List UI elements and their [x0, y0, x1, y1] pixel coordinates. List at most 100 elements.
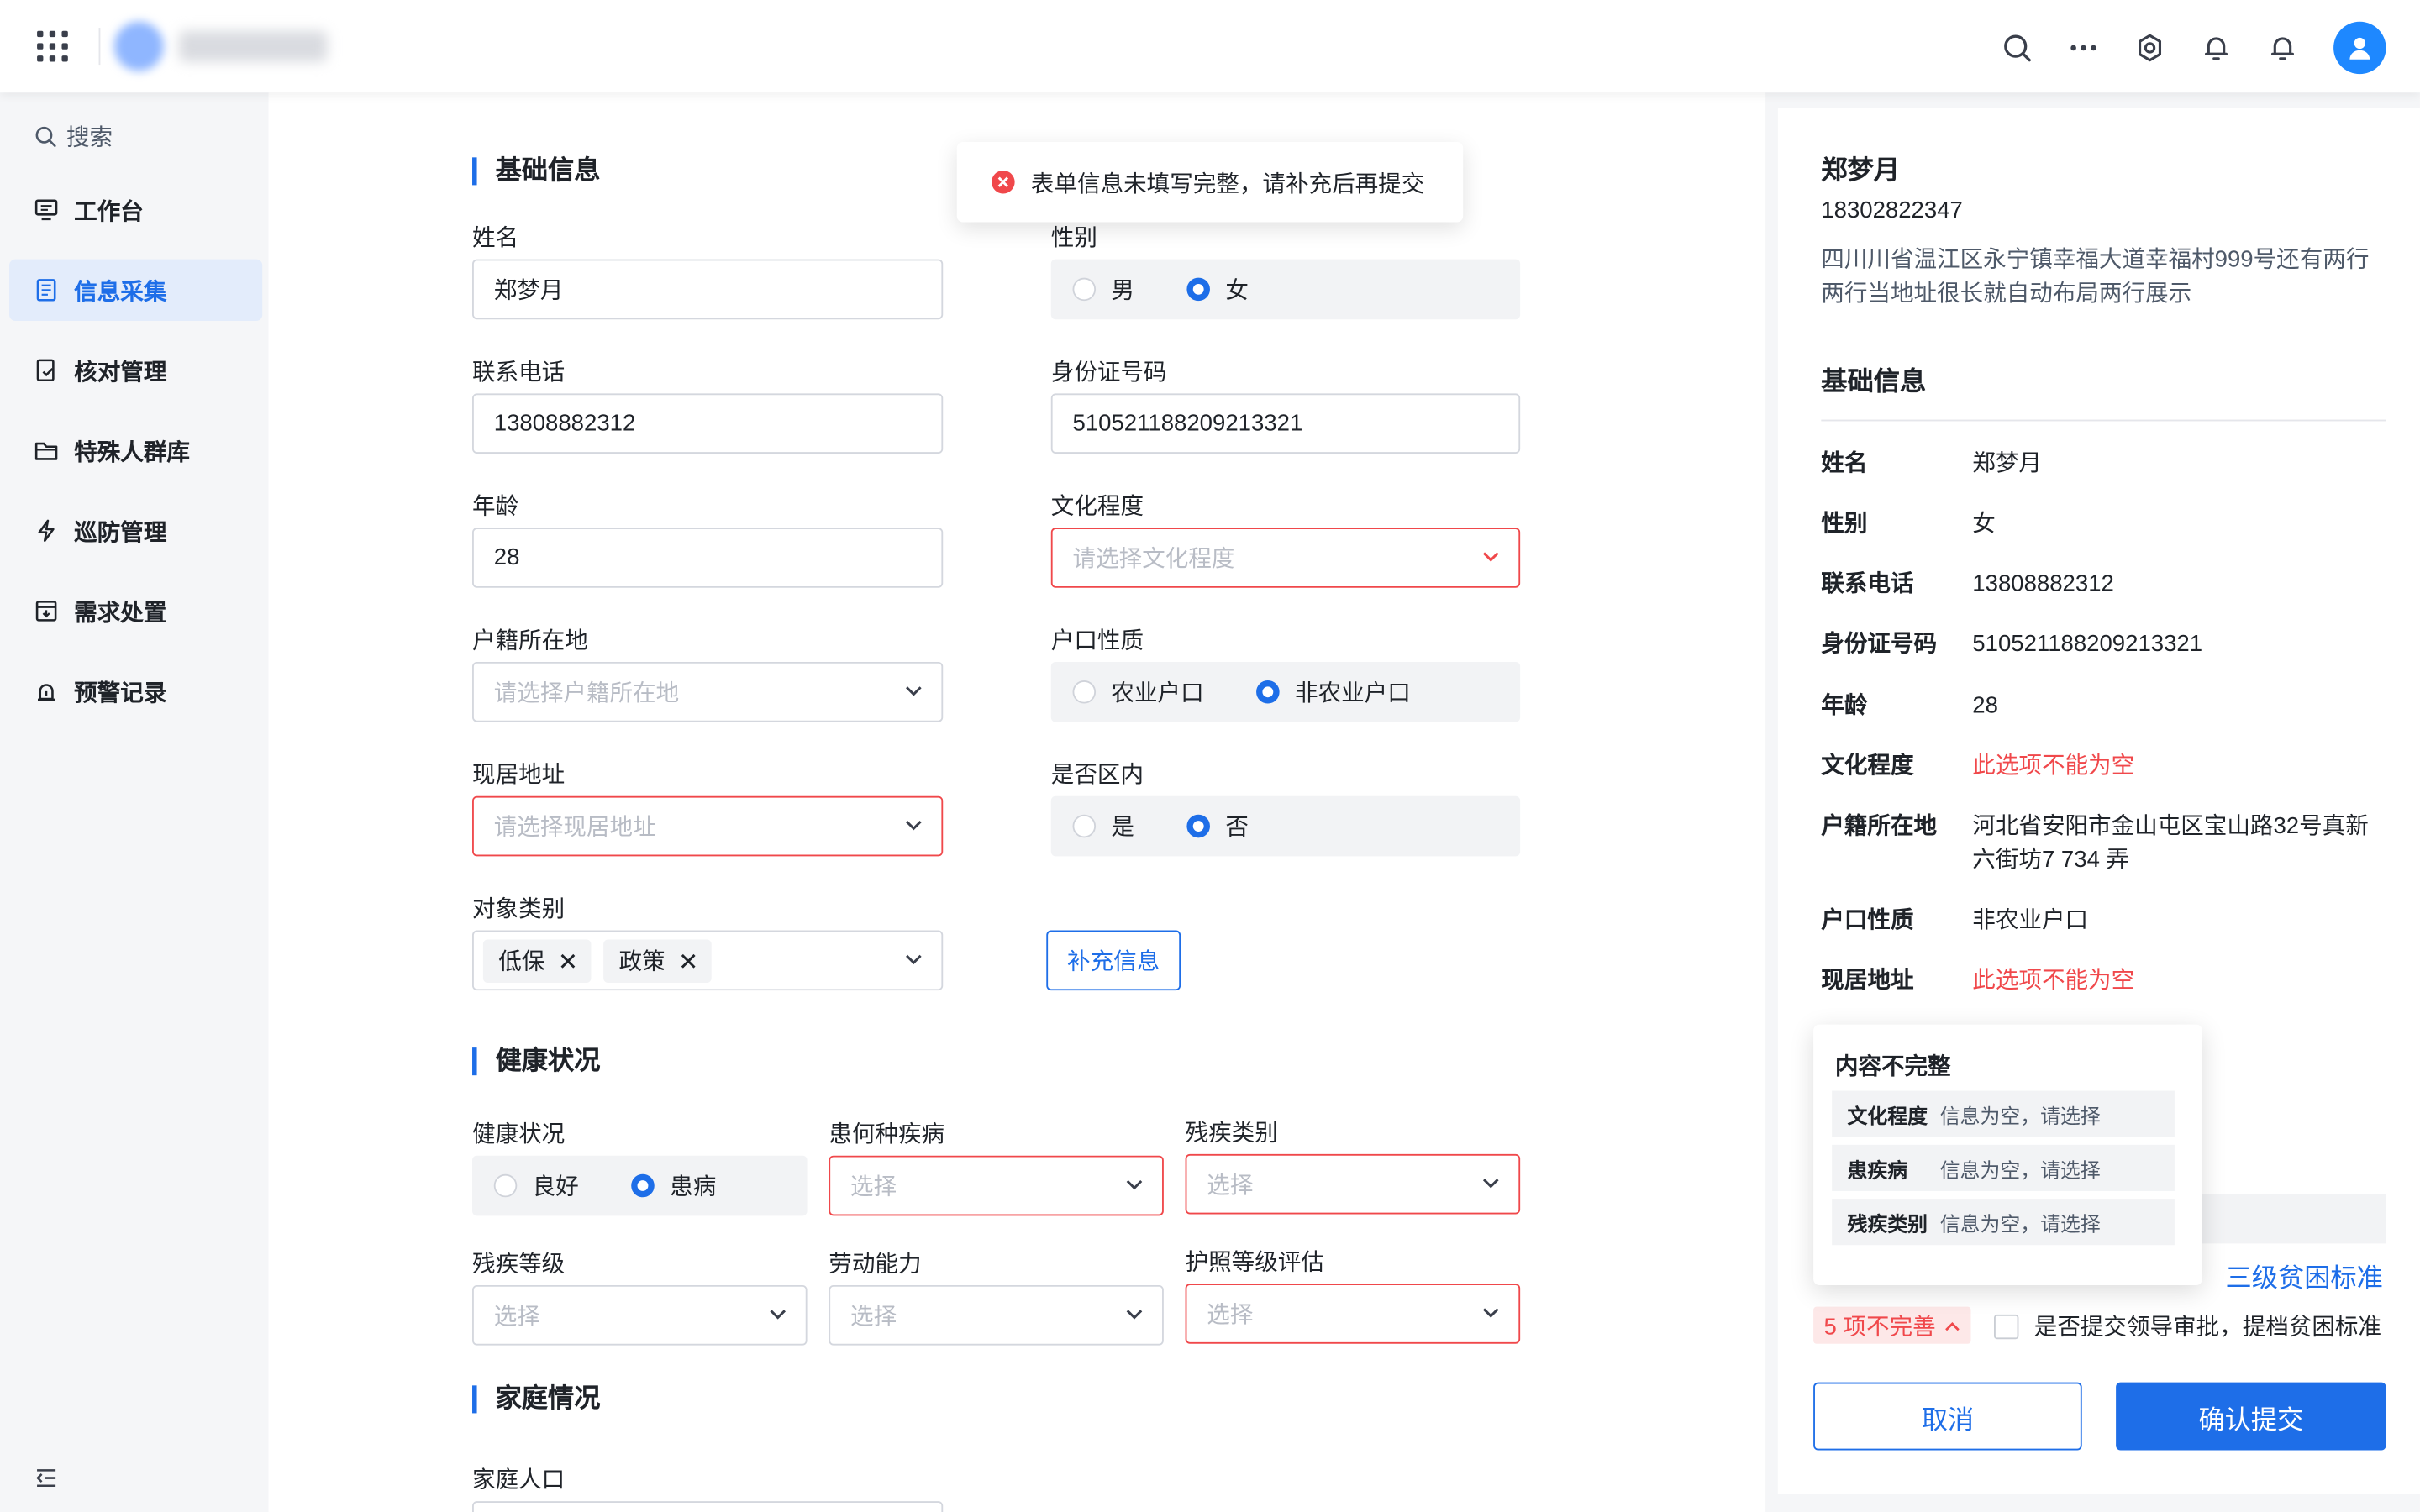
more-icon[interactable] — [2068, 33, 2099, 64]
address-select[interactable]: 请选择现居地址 — [472, 795, 944, 857]
chevron-down-icon — [1482, 1308, 1499, 1318]
hukou-type-option-agri[interactable]: 农业户口 — [1072, 675, 1204, 708]
radio-checked-icon — [1186, 814, 1211, 838]
phone-field[interactable]: 13808882312 — [472, 393, 944, 454]
sidebar-item-patrol[interactable]: 巡防管理 — [9, 500, 262, 561]
education-select[interactable]: 请选择文化程度 — [1050, 528, 1521, 588]
hukou-type-radio-group: 农业户口 非农业户口 — [1050, 661, 1521, 722]
category-multiselect[interactable]: 低保 政策 — [472, 930, 944, 991]
close-icon[interactable] — [560, 953, 576, 968]
popover-title: 内容不完整 — [1834, 1053, 1951, 1080]
user-avatar[interactable] — [2333, 21, 2386, 75]
sidebar-item-label: 巡防管理 — [74, 519, 167, 546]
address-label: 现居地址 — [472, 762, 566, 789]
sidebar-item-label: 特殊人群库 — [74, 438, 190, 465]
disability-type-select[interactable]: 选择 — [1185, 1153, 1521, 1215]
hukou-type-option-nonagri[interactable]: 非农业户口 — [1256, 675, 1411, 708]
in-district-option-no[interactable]: 否 — [1186, 810, 1249, 843]
section-title-health: 健康状况 — [472, 1047, 600, 1076]
sidebar-item-workbench[interactable]: 工作台 — [9, 179, 262, 240]
checkbox-icon[interactable] — [1994, 1313, 2019, 1339]
hukou-type-label: 户口性质 — [1050, 627, 1144, 654]
apps-grid-icon[interactable] — [37, 30, 68, 62]
disability-level-select[interactable]: 选择 — [472, 1284, 808, 1346]
popover-item-key: 文化程度 — [1847, 1104, 1928, 1127]
preview-row: 年龄 28 — [1821, 690, 2386, 723]
preview-address: 四川川省温江区永宁镇幸福大道幸福村999号还有两行两行当地址很长就自动布局两行展… — [1821, 246, 2370, 307]
supplement-info-button[interactable]: 补充信息 — [1046, 930, 1181, 991]
sidebar-item-label: 核对管理 — [74, 359, 167, 386]
confirm-submit-button[interactable]: 确认提交 — [2116, 1382, 2386, 1451]
popover-item[interactable]: 患疾病 信息为空，请选择 — [1832, 1144, 2175, 1191]
preview-key: 性别 — [1821, 510, 1868, 538]
preview-value: 13808882312 — [1972, 570, 2114, 597]
id-number-field[interactable]: 510521188209213321 — [1050, 393, 1521, 454]
inbox-icon — [35, 601, 57, 622]
name-field[interactable]: 郑梦月 — [472, 259, 944, 320]
sidebar-item-label: 需求处置 — [74, 599, 167, 626]
health-option-good[interactable]: 良好 — [493, 1169, 579, 1202]
sidebar-item-verification[interactable]: 核对管理 — [9, 339, 262, 401]
popover-item[interactable]: 残疾类别 信息为空，请选择 — [1832, 1199, 2175, 1246]
preview-key: 户口性质 — [1821, 906, 1914, 934]
radio-unchecked-icon — [1072, 814, 1097, 838]
sidebar-item-alerts[interactable]: 预警记录 — [9, 660, 262, 722]
radio-checked-icon — [1186, 277, 1211, 302]
close-icon[interactable] — [681, 953, 696, 968]
notification-icon[interactable] — [2267, 33, 2298, 64]
collapse-sidebar-icon[interactable] — [34, 1466, 58, 1490]
sidebar-item-special-groups[interactable]: 特殊人群库 — [9, 420, 262, 481]
radio-unchecked-icon — [1072, 277, 1097, 302]
age-label: 年龄 — [472, 493, 519, 520]
age-field[interactable]: 28 — [472, 528, 944, 588]
search-icon[interactable] — [2002, 33, 2033, 64]
preview-row: 现居地址 此选项不能为空 — [1821, 964, 2386, 998]
radio-checked-icon — [1256, 680, 1280, 704]
gender-option-male[interactable]: 男 — [1072, 273, 1134, 306]
disability-type-label: 残疾类别 — [1185, 1120, 1278, 1147]
sidebar-item-requests[interactable]: 需求处置 — [9, 580, 262, 642]
leader-approval-checkbox[interactable]: 是否提交领导审批，提档贫困标准 — [1994, 1310, 2381, 1342]
disease-select[interactable]: 选择 — [829, 1155, 1164, 1216]
care-level-select[interactable]: 选择 — [1185, 1284, 1521, 1344]
sidebar-search-label: 搜索 — [66, 124, 113, 151]
popover-item[interactable]: 文化程度 信息为空，请选择 — [1832, 1090, 2175, 1137]
care-level-label: 护照等级评估 — [1185, 1249, 1324, 1276]
family-size-field[interactable] — [472, 1501, 944, 1512]
cancel-button[interactable]: 取消 — [1813, 1382, 2082, 1451]
sidebar-search[interactable]: 搜索 — [34, 120, 113, 153]
preview-key: 文化程度 — [1821, 753, 1914, 780]
incomplete-count-label: 5 项不完善 — [1823, 1313, 1936, 1341]
settings-icon[interactable] — [2134, 33, 2165, 64]
preview-key: 户籍所在地 — [1821, 812, 1938, 840]
preview-value: 510521188209213321 — [1972, 631, 2203, 658]
poverty-level-link[interactable]: 三级贫困标准 — [2226, 1256, 2383, 1294]
bell-icon[interactable] — [2201, 33, 2232, 64]
leader-approval-label: 是否提交领导审批，提档贫困标准 — [2033, 1314, 2382, 1341]
preview-value: 28 — [1972, 692, 1998, 719]
radio-label: 非农业户口 — [1295, 680, 1411, 707]
health-option-sick[interactable]: 患病 — [631, 1169, 716, 1202]
in-district-radio-group: 是 否 — [1050, 795, 1521, 857]
radio-label: 女 — [1225, 277, 1249, 304]
hukou-select[interactable]: 请选择户籍所在地 — [472, 661, 944, 722]
in-district-option-yes[interactable]: 是 — [1072, 810, 1134, 843]
chevron-down-icon — [906, 954, 922, 965]
app-brand — [179, 30, 328, 62]
gender-option-female[interactable]: 女 — [1186, 273, 1249, 306]
labor-select[interactable]: 选择 — [829, 1284, 1164, 1346]
app-logo — [113, 21, 164, 71]
preview-value: 女 — [1972, 510, 1996, 538]
top-bar — [0, 0, 2420, 93]
preview-name: 郑梦月 — [1821, 155, 1900, 186]
education-placeholder: 请选择文化程度 — [1072, 546, 1235, 573]
preview-key: 联系电话 — [1821, 570, 1914, 597]
sidebar-item-info-collection[interactable]: 信息采集 — [9, 259, 263, 322]
monitor-icon — [34, 199, 58, 221]
toast-message: 表单信息未填写完整，请补充后再提交 — [1030, 170, 1425, 197]
preview-row: 文化程度 此选项不能为空 — [1821, 750, 2386, 784]
popover-item-value: 信息为空，请选择 — [1939, 1158, 2101, 1181]
incomplete-count-badge[interactable]: 5 项不完善 — [1813, 1306, 1971, 1344]
popover-item-value: 信息为空，请选择 — [1939, 1211, 2101, 1236]
preview-key: 现居地址 — [1821, 967, 1914, 994]
